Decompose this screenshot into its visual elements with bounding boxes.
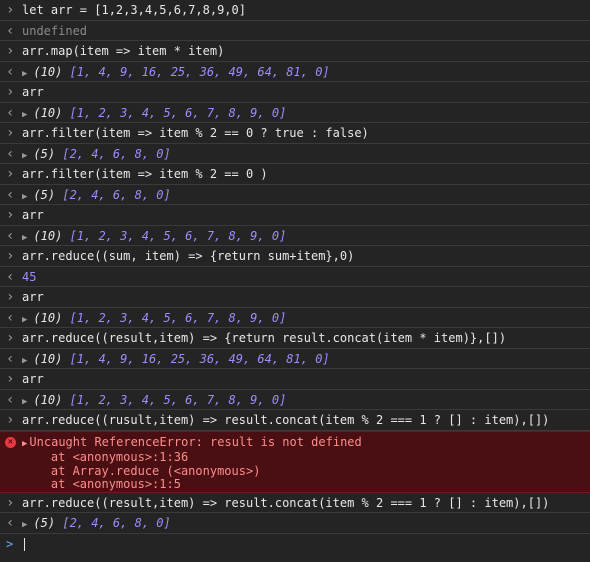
console-output-line: ‹ ▶ (10) [1, 2, 3, 4, 5, 6, 7, 8, 9, 0] bbox=[0, 308, 590, 328]
chevron-left-icon: ‹ bbox=[6, 63, 15, 80]
triangle-right-icon[interactable]: ▶ bbox=[22, 397, 27, 407]
triangle-right-icon[interactable]: ▶ bbox=[22, 69, 27, 79]
console-output-line: ‹ ▶ (10) [1, 4, 9, 16, 25, 36, 49, 64, 81,… bbox=[0, 62, 590, 82]
input-code: arr bbox=[22, 85, 44, 99]
chevron-left-icon: ‹ bbox=[6, 515, 15, 531]
console-input-line[interactable]: › arr.reduce((sum, item) => {return sum+i… bbox=[0, 246, 590, 267]
input-code: arr bbox=[22, 208, 44, 222]
input-code: arr.reduce((result,item) => result.conca… bbox=[22, 495, 550, 510]
array-count: (5) bbox=[33, 146, 56, 161]
array-values: [2, 4, 6, 8, 0] bbox=[62, 516, 171, 530]
array-count: (10) bbox=[33, 392, 63, 407]
chevron-right-icon: › bbox=[6, 2, 15, 18]
chevron-right-icon: › bbox=[6, 412, 15, 428]
output-value: 45 bbox=[22, 269, 37, 284]
console-input-line[interactable]: › let arr = [1,2,3,4,5,6,7,8,9,0] bbox=[0, 0, 590, 21]
input-code: arr.filter(item => item % 2 == 0 ? true … bbox=[22, 126, 369, 140]
chevron-right-icon: › bbox=[6, 248, 15, 264]
triangle-right-icon[interactable]: ▶ bbox=[22, 356, 27, 366]
input-code: arr.filter(item => item % 2 == 0 ) bbox=[22, 167, 268, 181]
console-input-line[interactable]: › arr.reduce((rusult,item) => result.conc… bbox=[0, 410, 590, 431]
chevron-left-icon: ‹ bbox=[6, 22, 15, 39]
triangle-right-icon[interactable]: ▶ bbox=[22, 233, 27, 243]
error-icon: ✕ bbox=[5, 436, 16, 448]
chevron-right-icon: › bbox=[6, 494, 15, 511]
devtools-console: › let arr = [1,2,3,4,5,6,7,8,9,0] ‹ undefin… bbox=[0, 0, 590, 562]
chevron-right-icon: › bbox=[6, 371, 15, 387]
console-input-line[interactable]: › arr.reduce((result,item) => result.conc… bbox=[0, 493, 590, 513]
error-title[interactable]: ▶ Uncaught ReferenceError: result is not … bbox=[22, 434, 362, 452]
input-code: arr.reduce((rusult,item) => result.conca… bbox=[22, 413, 550, 427]
input-code: arr.reduce((sum, item) => {return sum+it… bbox=[22, 249, 355, 263]
array-count: (10) bbox=[33, 64, 63, 79]
stack-frame[interactable]: at <anonymous>:1:36 bbox=[22, 450, 362, 465]
chevron-right-icon: › bbox=[6, 207, 15, 223]
array-count: (10) bbox=[33, 351, 63, 366]
console-output-line: ‹ ▶ (10) [1, 2, 3, 4, 5, 6, 7, 8, 9, 0] bbox=[0, 226, 590, 246]
chevron-right-icon: › bbox=[6, 125, 15, 141]
chevron-right-icon: › bbox=[6, 330, 15, 346]
console-output-line: ‹ ▶ (10) [1, 2, 3, 4, 5, 6, 7, 8, 9, 0] bbox=[0, 103, 590, 123]
input-code: let arr = [1,2,3,4,5,6,7,8,9,0] bbox=[22, 3, 246, 17]
input-code: arr bbox=[22, 290, 44, 304]
stack-frame[interactable]: at <anonymous>:1:5 bbox=[22, 477, 362, 492]
console-output-line: ‹ ▶ (10) [1, 4, 9, 16, 25, 36, 49, 64, 81,… bbox=[0, 349, 590, 369]
console-output-line: ‹ ▶ (5) [2, 4, 6, 8, 0] bbox=[0, 513, 590, 534]
triangle-right-icon[interactable]: ▶ bbox=[22, 192, 27, 202]
console-output-line: ‹ 45 bbox=[0, 267, 590, 287]
array-values: [1, 2, 3, 4, 5, 6, 7, 8, 9, 0] bbox=[69, 228, 287, 243]
array-count: (5) bbox=[33, 187, 56, 202]
chevron-left-icon: ‹ bbox=[6, 186, 15, 203]
console-output-line: ‹ ▶ (10) [1, 2, 3, 4, 5, 6, 7, 8, 9, 0] bbox=[0, 390, 590, 410]
array-values: [1, 2, 3, 4, 5, 6, 7, 8, 9, 0] bbox=[69, 392, 287, 407]
chevron-left-icon: ‹ bbox=[6, 104, 15, 121]
array-values: [2, 4, 6, 8, 0] bbox=[62, 146, 171, 161]
console-prompt[interactable]: > bbox=[0, 534, 590, 556]
chevron-left-icon: ‹ bbox=[6, 350, 15, 367]
chevron-right-icon: › bbox=[6, 43, 15, 59]
array-count: (10) bbox=[33, 228, 63, 243]
chevron-right-icon: › bbox=[6, 289, 15, 305]
array-count: (10) bbox=[33, 310, 63, 325]
console-input-line[interactable]: › arr bbox=[0, 287, 590, 308]
chevron-left-icon: ‹ bbox=[6, 391, 15, 408]
input-code: arr bbox=[22, 372, 44, 386]
error-text: Uncaught ReferenceError: result is not d… bbox=[29, 434, 362, 449]
chevron-left-icon: ‹ bbox=[6, 227, 15, 244]
console-output-line: ‹ undefined bbox=[0, 21, 590, 41]
array-values: [1, 2, 3, 4, 5, 6, 7, 8, 9, 0] bbox=[69, 310, 287, 325]
triangle-right-icon[interactable]: ▶ bbox=[22, 439, 27, 449]
triangle-right-icon[interactable]: ▶ bbox=[22, 151, 27, 161]
console-input-line[interactable]: › arr bbox=[0, 82, 590, 103]
output-value: undefined bbox=[22, 23, 88, 38]
triangle-right-icon[interactable]: ▶ bbox=[22, 110, 27, 120]
triangle-right-icon[interactable]: ▶ bbox=[22, 520, 27, 530]
error-message-block: ✕ ▶ Uncaught ReferenceError: result is not… bbox=[0, 430, 590, 493]
input-code: arr.map(item => item * item) bbox=[22, 44, 225, 58]
chevron-left-icon: ‹ bbox=[6, 309, 15, 326]
prompt-caret-icon: > bbox=[6, 536, 14, 551]
console-input-line[interactable]: › arr.reduce((result,item) => {return res… bbox=[0, 328, 590, 349]
chevron-left-icon: ‹ bbox=[6, 145, 15, 162]
text-cursor bbox=[24, 537, 25, 551]
chevron-left-icon: ‹ bbox=[6, 268, 15, 285]
console-input-line[interactable]: › arr.map(item => item * item) bbox=[0, 41, 590, 62]
console-output-line: ‹ ▶ (5) [2, 4, 6, 8, 0] bbox=[0, 144, 590, 164]
chevron-right-icon: › bbox=[6, 166, 15, 182]
triangle-right-icon[interactable]: ▶ bbox=[22, 315, 27, 325]
array-values: [1, 4, 9, 16, 25, 36, 49, 64, 81, 0] bbox=[69, 351, 330, 366]
console-input-line[interactable]: › arr bbox=[0, 205, 590, 226]
array-values: [2, 4, 6, 8, 0] bbox=[62, 187, 171, 202]
stack-frame[interactable]: at Array.reduce (<anonymous>) bbox=[22, 464, 362, 479]
array-values: [1, 2, 3, 4, 5, 6, 7, 8, 9, 0] bbox=[69, 105, 287, 120]
array-values: [1, 4, 9, 16, 25, 36, 49, 64, 81, 0] bbox=[69, 64, 330, 79]
chevron-right-icon: › bbox=[6, 84, 15, 100]
console-input-line[interactable]: › arr bbox=[0, 369, 590, 390]
console-input-line[interactable]: › arr.filter(item => item % 2 == 0 ? true… bbox=[0, 123, 590, 144]
console-output-line: ‹ ▶ (5) [2, 4, 6, 8, 0] bbox=[0, 185, 590, 205]
console-input-line[interactable]: › arr.filter(item => item % 2 == 0 ) bbox=[0, 164, 590, 185]
input-code: arr.reduce((result,item) => {return resu… bbox=[22, 331, 507, 345]
array-count: (10) bbox=[33, 105, 63, 120]
array-count: (5) bbox=[33, 516, 56, 530]
